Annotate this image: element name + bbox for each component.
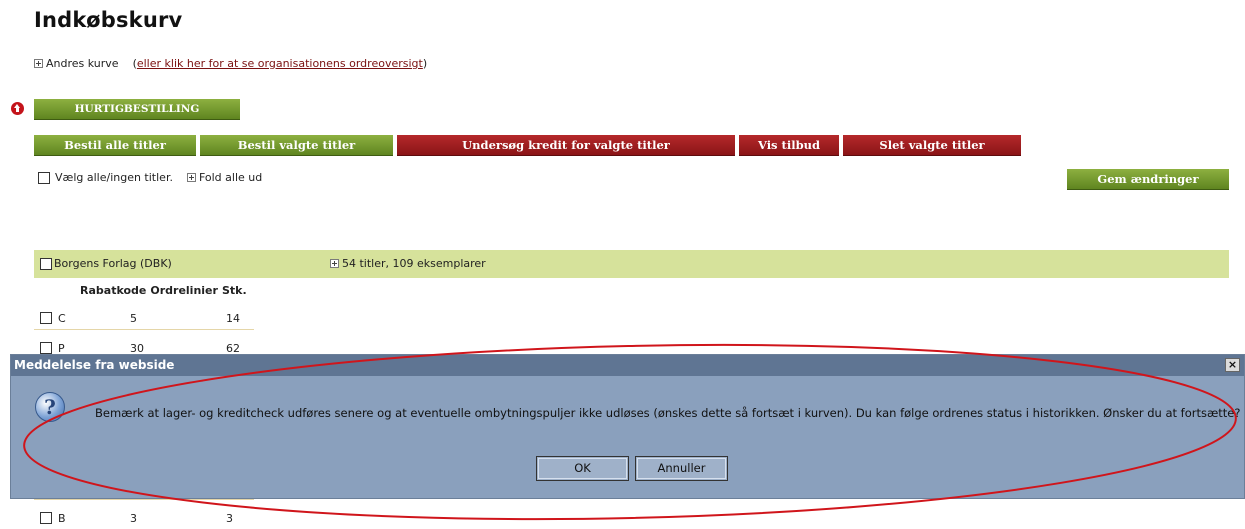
- publisher-name-group: Borgens Forlag (DBK): [40, 257, 172, 270]
- publisher-summary: 54 titler, 109 eksemplarer: [342, 257, 486, 270]
- delete-selected-button[interactable]: Slet valgte titler: [843, 135, 1021, 156]
- page-title: Indkøbskurv: [34, 8, 183, 32]
- publisher-name: Borgens Forlag (DBK): [54, 257, 172, 270]
- save-changes-button[interactable]: Gem ændringer: [1067, 169, 1229, 190]
- baskets-row: Andres kurve ( eller klik her for at se …: [34, 57, 427, 70]
- confirm-dialog: Meddelelse fra webside × ? Bemærk at lag…: [10, 354, 1245, 499]
- header-order-lines: Ordrelinier: [150, 284, 218, 297]
- discount-table-header: Rabatkode Ordrelinier Stk.: [80, 284, 247, 297]
- order-lines: 5: [130, 312, 137, 325]
- publisher-summary-toggle[interactable]: 54 titler, 109 eksemplarer: [330, 257, 486, 270]
- show-offer-button[interactable]: Vis tilbud: [739, 135, 839, 156]
- publisher-checkbox[interactable]: [40, 257, 52, 270]
- header-discount-code: Rabatkode: [80, 284, 147, 297]
- help-icon: ?: [35, 392, 65, 422]
- ok-button[interactable]: OK: [536, 456, 629, 481]
- close-icon[interactable]: ×: [1225, 358, 1240, 372]
- dialog-message: Bemærk at lager- og kreditcheck udføres …: [95, 406, 1241, 420]
- paren-close: ): [422, 57, 428, 70]
- selection-row: Vælg alle/ingen titler. Fold alle ud: [38, 171, 262, 184]
- select-all-checkbox[interactable]: [38, 171, 50, 184]
- check-credit-button[interactable]: Undersøg kredit for valgte titler: [397, 135, 735, 156]
- header-quantity: Stk.: [221, 284, 247, 297]
- fold-all-label: Fold alle ud: [198, 171, 263, 184]
- fold-all-control[interactable]: Fold alle ud: [186, 171, 263, 184]
- row-checkbox[interactable]: [40, 312, 52, 324]
- cancel-button[interactable]: Annuller: [635, 456, 728, 481]
- table-divider: [34, 499, 254, 500]
- discount-code: C: [58, 312, 66, 325]
- order-selected-button[interactable]: Bestil valgte titler: [200, 135, 393, 156]
- expand-plus-icon: [186, 173, 196, 182]
- other-baskets-toggle[interactable]: Andres kurve: [46, 57, 119, 70]
- dialog-titlebar[interactable]: Meddelelse fra webside ×: [11, 355, 1244, 376]
- expand-plus-icon[interactable]: [34, 59, 43, 68]
- org-orders-link[interactable]: eller klik her for at se organisationens…: [137, 57, 423, 70]
- table-row: C 5 14: [34, 306, 254, 330]
- order-lines: 3: [130, 512, 137, 525]
- quick-order-button[interactable]: HURTIGBESTILLING: [34, 99, 240, 120]
- row-checkbox[interactable]: [40, 342, 52, 354]
- publisher-bar: Borgens Forlag (DBK) 54 titler, 109 ekse…: [34, 250, 1229, 278]
- discount-code: B: [58, 512, 66, 525]
- order-all-button[interactable]: Bestil alle titler: [34, 135, 196, 156]
- row-checkbox[interactable]: [40, 512, 52, 524]
- quantity: 14: [226, 312, 240, 325]
- up-arrow-icon[interactable]: [11, 102, 24, 115]
- select-all-label: Vælg alle/ingen titler.: [55, 171, 173, 184]
- dialog-title: Meddelelse fra webside: [14, 358, 175, 372]
- quantity: 3: [226, 512, 233, 525]
- expand-plus-icon: [330, 259, 339, 268]
